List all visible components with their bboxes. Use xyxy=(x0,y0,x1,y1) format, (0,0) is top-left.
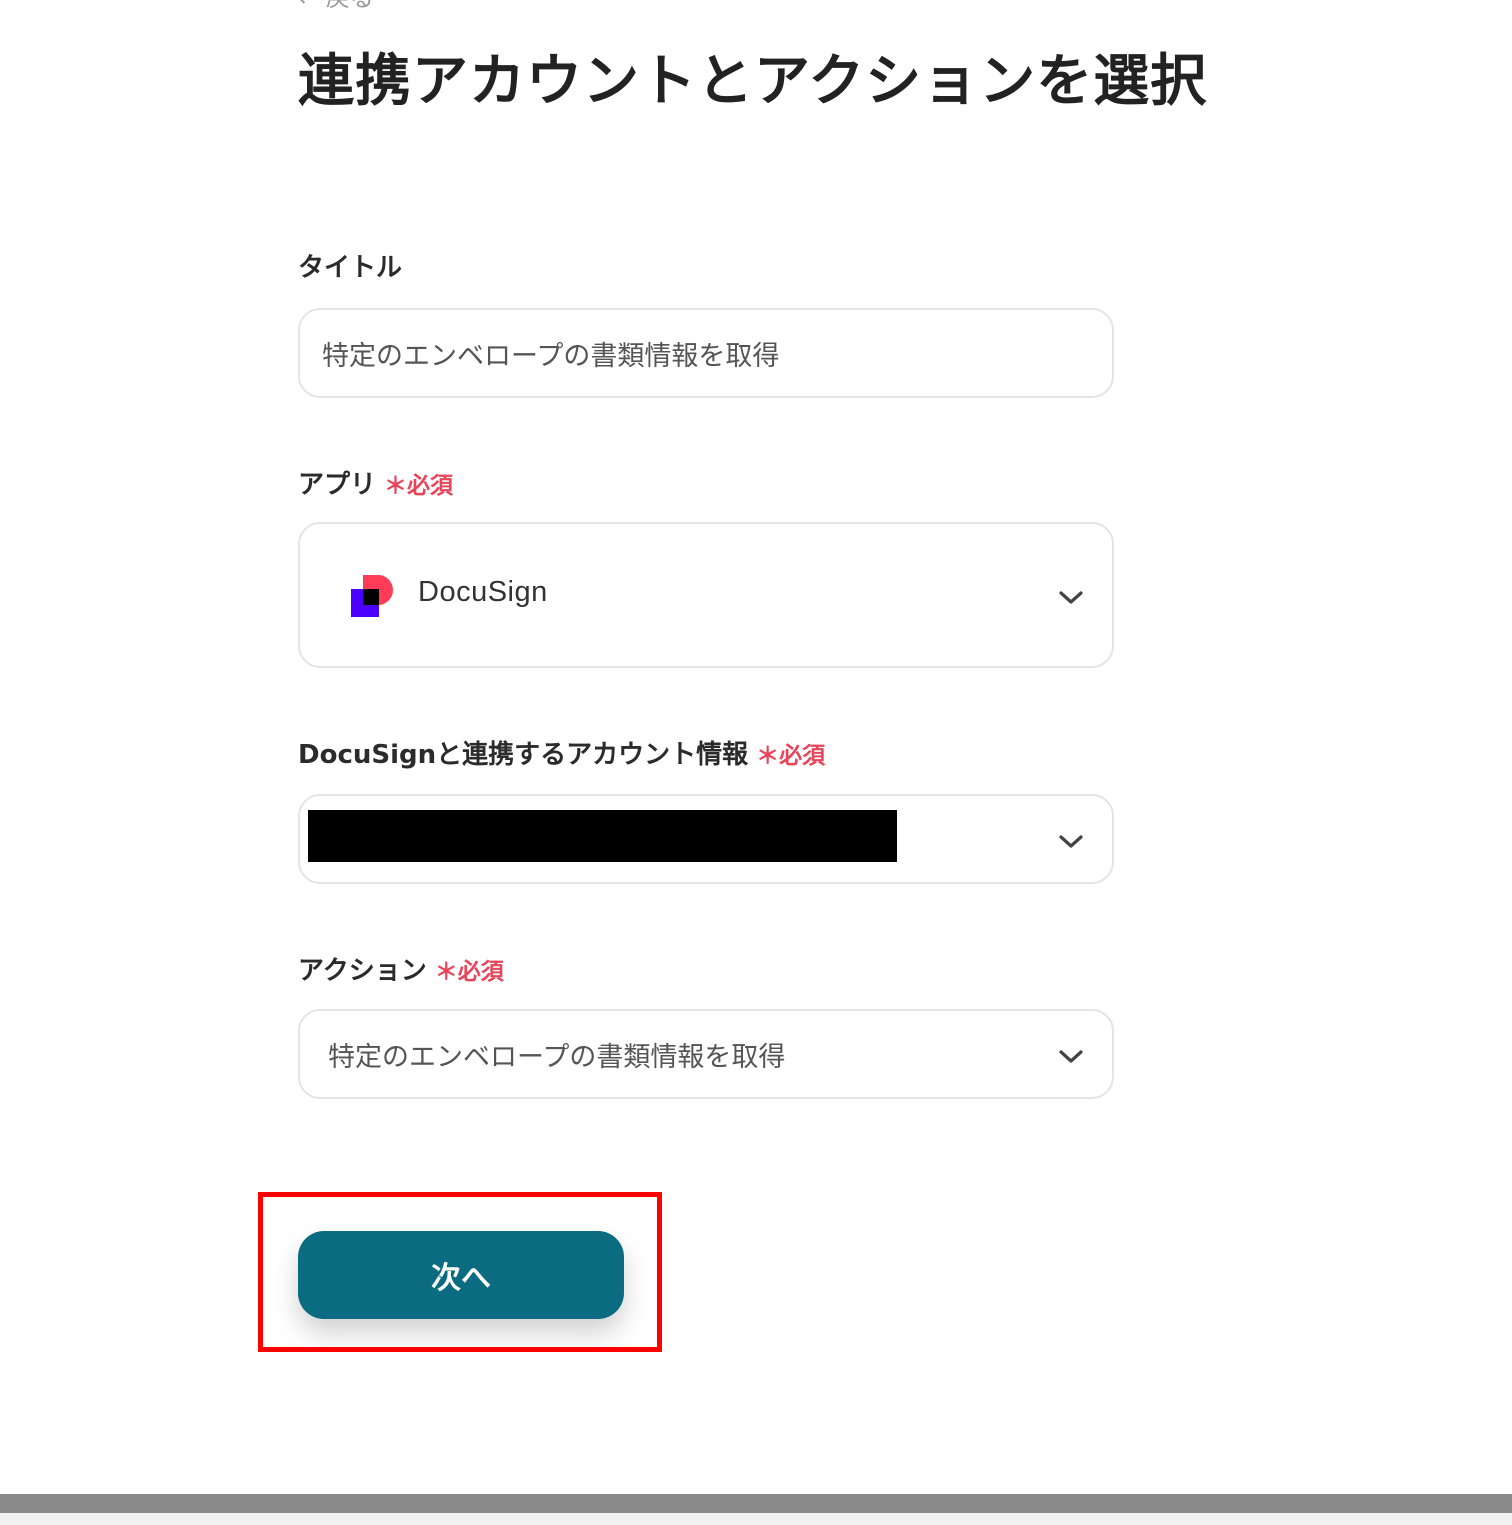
title-input-box[interactable] xyxy=(298,308,1114,398)
required-badge: ＊必須 xyxy=(756,743,826,769)
account-label-text: DocuSignと連携するアカウント情報 xyxy=(298,740,749,770)
page-title: 連携アカウントとアクションを選択 xyxy=(298,49,1208,114)
docusign-logo-icon xyxy=(351,575,393,617)
required-badge: ＊必須 xyxy=(384,473,454,499)
logo-overlap xyxy=(363,589,379,605)
required-badge: ＊必須 xyxy=(434,959,504,985)
title-label-text: タイトル xyxy=(298,253,403,283)
app-field-label: アプリ ＊必須 xyxy=(298,467,453,504)
app-label-text: アプリ xyxy=(298,470,377,500)
back-link[interactable]: ← 戻る xyxy=(298,0,374,13)
bottom-bar xyxy=(0,1494,1512,1513)
action-value: 特定のエンベロープの書類情報を取得 xyxy=(328,1042,786,1073)
next-button[interactable]: 次へ xyxy=(298,1231,624,1319)
bottom-strip xyxy=(0,1513,1512,1525)
account-select[interactable] xyxy=(298,794,1114,884)
chevron-down-icon[interactable] xyxy=(1058,1049,1084,1065)
redacted-account-value xyxy=(308,810,897,862)
app-select[interactable]: DocuSign xyxy=(298,522,1114,668)
title-field-label: タイトル xyxy=(298,250,402,286)
account-field-label: DocuSignと連携するアカウント情報 ＊必須 xyxy=(298,737,825,774)
app-name: DocuSign xyxy=(418,576,548,608)
title-input[interactable] xyxy=(320,336,1084,370)
chevron-down-icon[interactable] xyxy=(1058,834,1084,850)
action-label-text: アクション xyxy=(298,956,427,986)
chevron-down-icon[interactable] xyxy=(1058,590,1084,606)
action-select[interactable]: 特定のエンベロープの書類情報を取得 xyxy=(298,1009,1114,1099)
action-field-label: アクション ＊必須 xyxy=(298,953,504,990)
